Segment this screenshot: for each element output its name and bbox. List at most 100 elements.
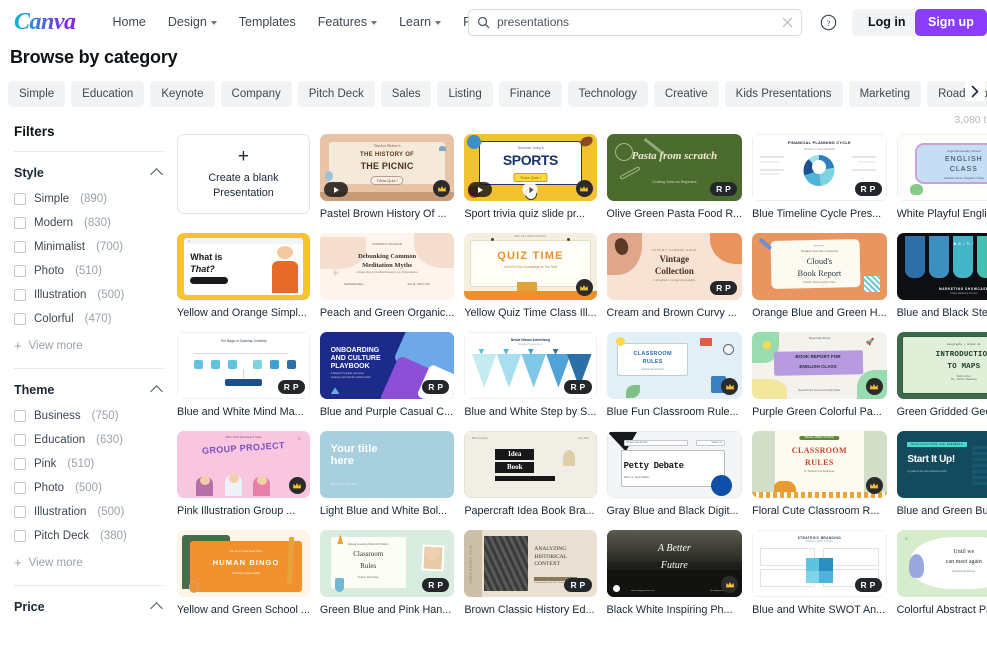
- search-bar[interactable]: [468, 9, 802, 36]
- checkbox[interactable]: [14, 313, 26, 325]
- play-center-icon[interactable]: [523, 182, 538, 197]
- filter-option[interactable]: Minimalist(700): [14, 241, 163, 253]
- template-title[interactable]: Yellow Quiz Time Class Ill...: [464, 307, 596, 319]
- template-title[interactable]: Sport trivia quiz slide pr...: [464, 208, 596, 220]
- nav-item-design[interactable]: Design: [157, 9, 228, 35]
- category-chip[interactable]: Finance: [499, 81, 562, 107]
- checkbox[interactable]: [14, 482, 26, 494]
- template-title[interactable]: Floral Cute Classroom R...: [752, 505, 886, 517]
- checkbox[interactable]: [14, 410, 26, 422]
- template-thumbnail[interactable]: STRATEGIC BRANDING Employee SWOT Templat…: [752, 530, 886, 597]
- checkbox[interactable]: [14, 458, 26, 470]
- template-title[interactable]: White Playful English Cla...: [897, 208, 987, 220]
- checkbox[interactable]: [14, 217, 26, 229]
- template-title[interactable]: Black White Inspiring Ph...: [607, 604, 743, 616]
- checkbox[interactable]: [14, 530, 26, 542]
- template-title[interactable]: Blue and Purple Casual C...: [320, 406, 454, 418]
- filter-group-header[interactable]: Style: [14, 166, 163, 180]
- template-thumbnail[interactable]: MAY 1ST HIGH SCHOOL QUIZ TIME Let's Put …: [464, 233, 596, 300]
- filter-option[interactable]: Simple(890): [14, 193, 163, 205]
- create-blank-presentation-button[interactable]: + Create a blank Presentation: [177, 134, 310, 214]
- template-thumbnail[interactable]: IDEA Company June 2024 Idea Book: [464, 431, 596, 498]
- template-title[interactable]: Blue and White Mind Ma...: [177, 406, 310, 418]
- filter-group-header[interactable]: Theme: [14, 383, 163, 397]
- template-thumbnail[interactable]: Nestle Nissan Advertising Escape Process…: [464, 332, 596, 399]
- template-thumbnail[interactable]: Your titlehere Here enter your name: [320, 431, 454, 498]
- filter-option[interactable]: Illustration(500): [14, 506, 163, 518]
- template-thumbnail[interactable]: What is That?: [177, 233, 310, 300]
- filter-option[interactable]: Illustration(500): [14, 289, 163, 301]
- category-chip[interactable]: Pitch Deck: [298, 81, 375, 107]
- template-thumbnail[interactable]: Angel Elementary School ENGLISH CLASS Te…: [897, 134, 987, 201]
- template-title[interactable]: Blue and White SWOT An...: [752, 604, 886, 616]
- checkbox[interactable]: [14, 289, 26, 301]
- template-thumbnail[interactable]: A Better Future www.reallygreatsite.com …: [607, 530, 743, 597]
- login-button[interactable]: Log in: [852, 9, 922, 36]
- template-title[interactable]: Yellow and Green School ...: [177, 604, 310, 616]
- category-chip[interactable]: Simple: [8, 81, 65, 107]
- nav-item-learn[interactable]: Learn: [388, 9, 452, 35]
- checkbox[interactable]: [14, 193, 26, 205]
- template-title[interactable]: Blue and White Step by S...: [464, 406, 596, 418]
- template-title[interactable]: Yellow and Orange Simpl...: [177, 307, 310, 319]
- category-chip[interactable]: Technology: [568, 81, 648, 107]
- template-thumbnail[interactable]: The Magic of Sparking Creativity R P: [177, 332, 310, 399]
- play-icon[interactable]: [324, 182, 348, 197]
- view-more-button[interactable]: +View more: [14, 339, 163, 352]
- checkbox[interactable]: [14, 506, 26, 518]
- template-thumbnail[interactable]: ✏✏✏ Tamalicd University of Sciences Clou…: [752, 233, 886, 300]
- filter-option[interactable]: Photo(510): [14, 265, 163, 277]
- template-title[interactable]: Colorful Abstract Patter...: [897, 604, 987, 616]
- template-thumbnail[interactable]: Until we can meet again Best Friends For…: [897, 530, 987, 597]
- filter-group-header[interactable]: Price: [14, 600, 163, 614]
- category-chip[interactable]: Company: [221, 81, 292, 107]
- checkbox[interactable]: [14, 241, 26, 253]
- template-thumbnail[interactable]: Pasta from scratch Cooking Class for Beg…: [607, 134, 743, 201]
- canva-logo[interactable]: Canva: [10, 9, 76, 36]
- template-thumbnail[interactable]: Get Up to Know Each Other HUMAN BINGO Fi…: [177, 530, 310, 597]
- template-thumbnail[interactable]: FINANCIAL PLANNING CYCLE Grand or Genera…: [752, 134, 886, 201]
- search-input[interactable]: [497, 15, 782, 29]
- template-thumbnail[interactable]: NORWICH COLLEGE Debunking Common Meditat…: [320, 233, 454, 300]
- template-thumbnail[interactable]: ABC's 2024 Worksheet 4 Class GROUP PROJE…: [177, 431, 310, 498]
- template-thumbnail[interactable]: ONBOARDINGAND CULTUREPLAYBOOK A blueprin…: [320, 332, 454, 399]
- template-title[interactable]: Cream and Brown Curvy ...: [607, 307, 743, 319]
- checkbox[interactable]: [14, 434, 26, 446]
- template-title[interactable]: Blue Timeline Cycle Pres...: [752, 208, 886, 220]
- filter-option[interactable]: Business(750): [14, 410, 163, 422]
- template-title[interactable]: Brown Classic History Ed...: [464, 604, 596, 616]
- category-chip[interactable]: Marketing: [849, 81, 922, 107]
- category-chip[interactable]: Kids Presentations: [725, 81, 843, 107]
- template-thumbnail[interactable]: LUXURY CAMERA SHOP Vintage Collection a …: [607, 233, 743, 300]
- category-chip[interactable]: Education: [71, 81, 144, 107]
- filter-option[interactable]: Modern(830): [14, 217, 163, 229]
- signup-button[interactable]: Sign up: [915, 9, 987, 36]
- nav-item-features[interactable]: Features: [307, 9, 388, 35]
- template-thumbnail[interactable]: Target High School BOOK REPORT FOR ENGLI…: [752, 332, 886, 399]
- template-title[interactable]: Purple Green Colorful Pa...: [752, 406, 886, 418]
- template-thumbnail[interactable]: CLASSROOM RULES Teacher Street Rules: [607, 332, 743, 399]
- template-title[interactable]: Blue and Green Business ...: [897, 505, 987, 517]
- nav-item-home[interactable]: Home: [102, 9, 157, 35]
- template-thumbnail[interactable]: BLOG SOLUTIONS, INC. PRESENTS Start It U…: [897, 431, 987, 498]
- template-title[interactable]: Light Blue and White Bol...: [320, 505, 454, 517]
- category-chip[interactable]: Creative: [654, 81, 719, 107]
- template-thumbnail[interactable]: Teacher Before's THE HISTORY OF THE PICN…: [320, 134, 454, 201]
- template-thumbnail[interactable]: Teacher Joey's SPORTS Trivia Quiz !: [464, 134, 596, 201]
- template-thumbnail[interactable]: Whose side will win? Search 🔍 Petty Deba…: [607, 431, 743, 498]
- template-thumbnail[interactable]: PEACE GREEN SCHOOL CLASSROOM RULES by Te…: [752, 431, 886, 498]
- nav-item-templates[interactable]: Templates: [228, 9, 307, 35]
- template-title[interactable]: Blue Fun Classroom Rule...: [607, 406, 743, 418]
- template-title[interactable]: Peach and Green Organic...: [320, 307, 454, 319]
- template-thumbnail[interactable]: ♞ ⊘ ✓ ↻ ✓ MARKETING SHOWCASE 5 Step Mark…: [897, 233, 987, 300]
- checkbox[interactable]: [14, 265, 26, 277]
- filter-option[interactable]: Photo(500): [14, 482, 163, 494]
- filter-option[interactable]: Colorful(470): [14, 313, 163, 325]
- help-icon[interactable]: ?: [820, 14, 837, 31]
- template-title[interactable]: Blue and Black Step by St...: [897, 307, 987, 319]
- template-title[interactable]: Pink Illustration Group ...: [177, 505, 310, 517]
- template-thumbnail[interactable]: Relevant Learning School for Children Cl…: [320, 530, 454, 597]
- template-title[interactable]: Green Blue and Pink Han...: [320, 604, 454, 616]
- template-title[interactable]: Pastel Brown History Of ...: [320, 208, 454, 220]
- template-thumbnail[interactable]: SOCIAL STUDIES SERIES ANALYZINGHISTORICA…: [464, 530, 596, 597]
